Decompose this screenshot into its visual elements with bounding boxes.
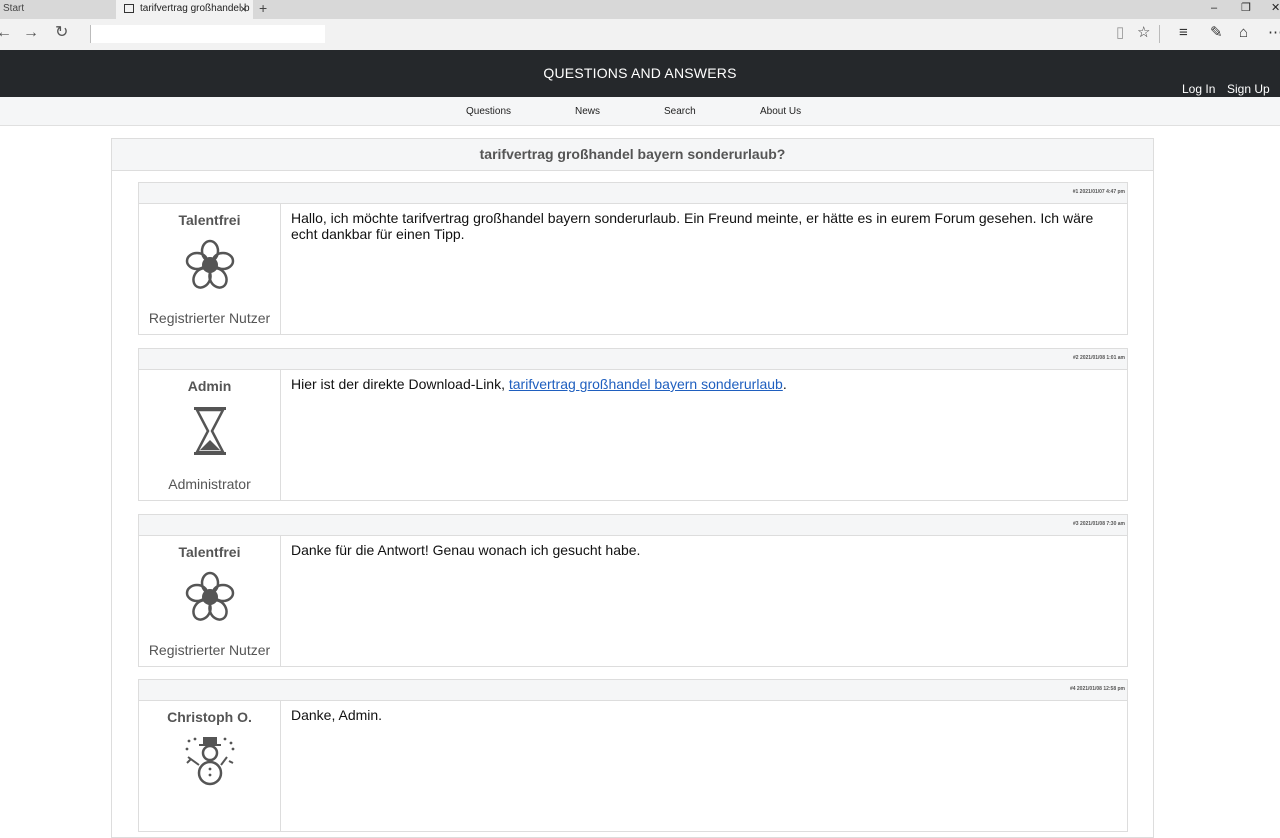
- nav-search[interactable]: Search: [664, 106, 696, 117]
- tab-label: Start: [3, 3, 25, 14]
- browser-tab-bar: Start tarifvertrag großhandel b × + – ❐ …: [0, 0, 1280, 19]
- back-icon[interactable]: ←: [0, 24, 12, 42]
- post: #2 2021/01/08 1:01 am Admin Administrato…: [138, 348, 1128, 501]
- forward-icon[interactable]: →: [23, 24, 39, 42]
- close-tab-icon[interactable]: ×: [240, 0, 247, 18]
- address-bar[interactable]: [90, 25, 325, 43]
- post-meta: #2 2021/01/08 1:01 am: [1073, 355, 1125, 361]
- user-role: Administrator: [168, 476, 251, 492]
- post-header: #3 2021/01/08 7:30 am: [139, 515, 1127, 536]
- tab-current[interactable]: tarifvertrag großhandel b ×: [116, 0, 253, 19]
- post-body: Hallo, ich möchte tarifvertrag großhande…: [291, 210, 1094, 242]
- user-role: Registrierter Nutzer: [148, 310, 271, 326]
- nav-about-us[interactable]: About Us: [760, 106, 801, 117]
- browser-toolbar: ← → ↻ ▯ ☆ ≡ ✎ ⌂ ⋯: [0, 19, 1280, 50]
- post-meta: #3 2021/01/08 7:30 am: [1073, 521, 1125, 527]
- post-text: .: [782, 376, 787, 392]
- post-meta: #4 2021/01/08 12:58 pm: [1069, 686, 1125, 692]
- hourglass-icon: [193, 407, 226, 455]
- post: #1 2021/01/07 4:47 pm Talentfrei Registr…: [138, 182, 1128, 335]
- toolbar-divider: [1159, 25, 1160, 43]
- nav-questions[interactable]: Questions: [466, 106, 511, 117]
- flower-icon: [185, 239, 234, 289]
- reading-view-icon[interactable]: ▯: [1116, 24, 1124, 42]
- post-header: #4 2021/01/08 12:58 pm: [139, 680, 1127, 701]
- post-body: Danke, Admin.: [291, 707, 383, 723]
- page-icon: [124, 4, 134, 13]
- post-text: Hier ist der direkte Download-Link,: [291, 376, 509, 392]
- post-header: #1 2021/01/07 4:47 pm: [139, 183, 1127, 204]
- post-author: Talentfrei Registrierter Nutzer: [139, 536, 281, 666]
- tab-label: tarifvertrag großhandel b: [140, 3, 250, 14]
- flower-icon: [185, 571, 234, 621]
- signup-link[interactable]: Sign Up: [1227, 82, 1270, 96]
- favorite-star-icon[interactable]: ☆: [1137, 24, 1150, 42]
- web-note-icon[interactable]: ✎: [1210, 24, 1223, 42]
- username[interactable]: Christoph O.: [139, 709, 280, 725]
- post-author: Admin Administrator: [139, 370, 281, 500]
- tab-start[interactable]: Start: [0, 0, 116, 19]
- username[interactable]: Talentfrei: [139, 212, 280, 228]
- login-link[interactable]: Log In: [1182, 82, 1215, 96]
- thread-container: tarifvertrag großhandel bayern sonderurl…: [111, 138, 1154, 838]
- main-nav: Questions News Search About Us: [0, 97, 1280, 126]
- user-role: Registrierter Nutzer: [148, 642, 271, 658]
- post-author: Christoph O.: [139, 701, 281, 831]
- minimize-button[interactable]: –: [1211, 0, 1217, 17]
- hub-icon[interactable]: ≡: [1179, 24, 1188, 42]
- share-icon[interactable]: ⌂: [1239, 24, 1248, 42]
- post-author: Talentfrei Registrierter Nutzer: [139, 204, 281, 334]
- nav-news[interactable]: News: [575, 106, 600, 117]
- username[interactable]: Admin: [139, 378, 280, 394]
- post-header: #2 2021/01/08 1:01 am: [139, 349, 1127, 370]
- post: #4 2021/01/08 12:58 pm Christoph O. Dank…: [138, 679, 1128, 832]
- download-link[interactable]: tarifvertrag großhandel bayern sonderurl…: [509, 376, 783, 392]
- refresh-icon[interactable]: ↻: [55, 24, 68, 42]
- site-header: QUESTIONS AND ANSWERS Log In Sign Up: [0, 50, 1280, 97]
- post-meta: #1 2021/01/07 4:47 pm: [1072, 189, 1125, 195]
- site-title[interactable]: QUESTIONS AND ANSWERS: [0, 65, 1280, 81]
- question-title: tarifvertrag großhandel bayern sonderurl…: [112, 139, 1153, 171]
- more-icon[interactable]: ⋯: [1268, 24, 1280, 42]
- post: #3 2021/01/08 7:30 am Talentfrei Registr…: [138, 514, 1128, 667]
- username[interactable]: Talentfrei: [139, 544, 280, 560]
- new-tab-button[interactable]: +: [259, 0, 267, 17]
- snowman-icon: [185, 737, 234, 786]
- post-body: Danke für die Antwort! Genau wonach ich …: [291, 542, 641, 558]
- restore-button[interactable]: ❐: [1241, 0, 1251, 17]
- close-window-button[interactable]: ✕: [1271, 0, 1280, 17]
- post-body: Hier ist der direkte Download-Link, tari…: [291, 376, 1115, 392]
